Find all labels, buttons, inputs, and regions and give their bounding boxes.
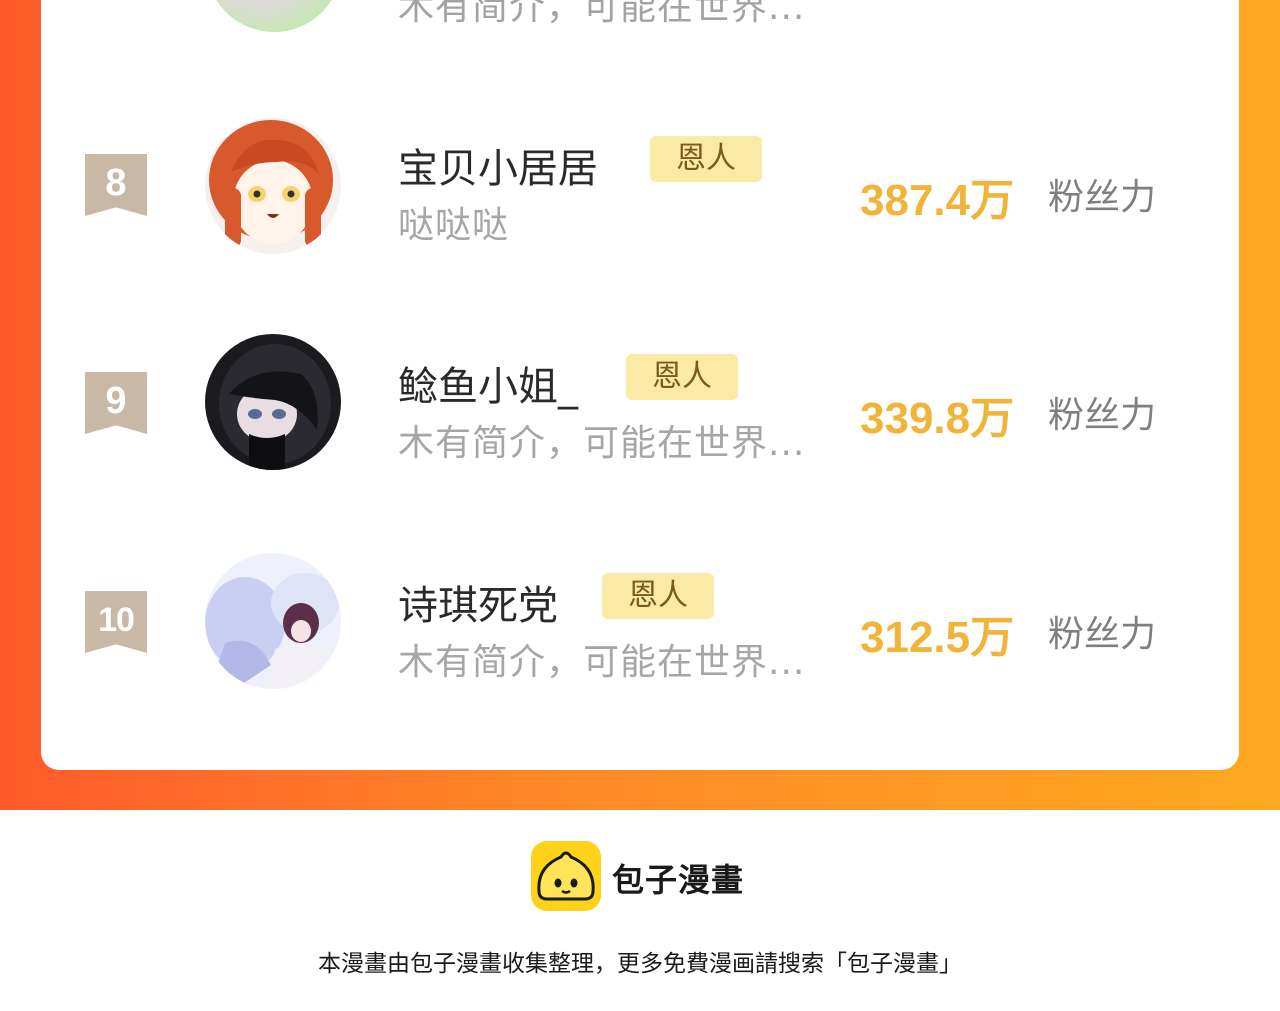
previous-row-partial[interactable]: 木有简介，可能在世界... [0, 0, 1280, 40]
credit-text: 本漫畫由包子漫畫收集整理，更多免費漫画請搜索「包子漫畫」 [318, 951, 962, 977]
avatar-illustration-icon [205, 118, 341, 254]
user-name[interactable]: 宝贝小居居 [398, 136, 598, 194]
avatar[interactable] [206, 0, 342, 32]
user-description: 哒哒哒 [398, 205, 510, 246]
ranking-row-8[interactable]: 8 宝贝小居居 恩人 哒哒哒 387.4万 粉丝力 [0, 108, 1280, 268]
rank-ribbon-icon: 8 [85, 154, 147, 216]
ranking-row-9[interactable]: 9 鲶鱼小姐_ 恩人 木有简介，可能在世界... 339.8万 粉丝力 [0, 326, 1280, 486]
rank-ribbon-icon: 10 [85, 591, 147, 653]
avatar[interactable] [205, 118, 341, 254]
role-badge: 恩人 [626, 354, 738, 400]
fans-value: 387.4万 [860, 176, 1015, 225]
fans-value: 312.5万 [860, 613, 1015, 662]
role-badge: 恩人 [650, 136, 762, 182]
fans-label: 粉丝力 [1048, 614, 1157, 655]
role-badge: 恩人 [602, 573, 714, 619]
avatar[interactable] [205, 553, 341, 689]
user-description: 木有简介，可能在世界... [398, 642, 806, 683]
fans-value: 339.8万 [860, 394, 1015, 443]
fans-label: 粉丝力 [1048, 395, 1157, 436]
rank-number: 10 [98, 601, 135, 639]
footer: 包子漫畫 本漫畫由包子漫畫收集整理，更多免費漫画請搜索「包子漫畫」 [0, 810, 1280, 1011]
avatar[interactable] [205, 334, 341, 470]
bun-mascot-icon[interactable] [531, 841, 601, 911]
user-description: 木有简介，可能在世界... [398, 0, 806, 28]
brand-name: 包子漫畫 [612, 861, 745, 899]
fans-label: 粉丝力 [1048, 177, 1157, 218]
user-name[interactable]: 鲶鱼小姐_ [398, 354, 578, 412]
ranking-row-10[interactable]: 10 诗琪死党 恩人 木有简介，可能在世界... 312.5万 粉丝力 [0, 545, 1280, 705]
rank-number: 8 [105, 162, 127, 204]
user-description: 木有简介，可能在世界... [398, 423, 806, 464]
bun-mascot-icon-graphic [537, 851, 595, 901]
avatar-illustration-icon [205, 553, 341, 689]
user-name[interactable]: 诗琪死党 [398, 573, 558, 631]
avatar-illustration-icon [205, 334, 341, 470]
rank-ribbon-icon: 9 [85, 372, 147, 434]
rank-number: 9 [105, 380, 127, 422]
